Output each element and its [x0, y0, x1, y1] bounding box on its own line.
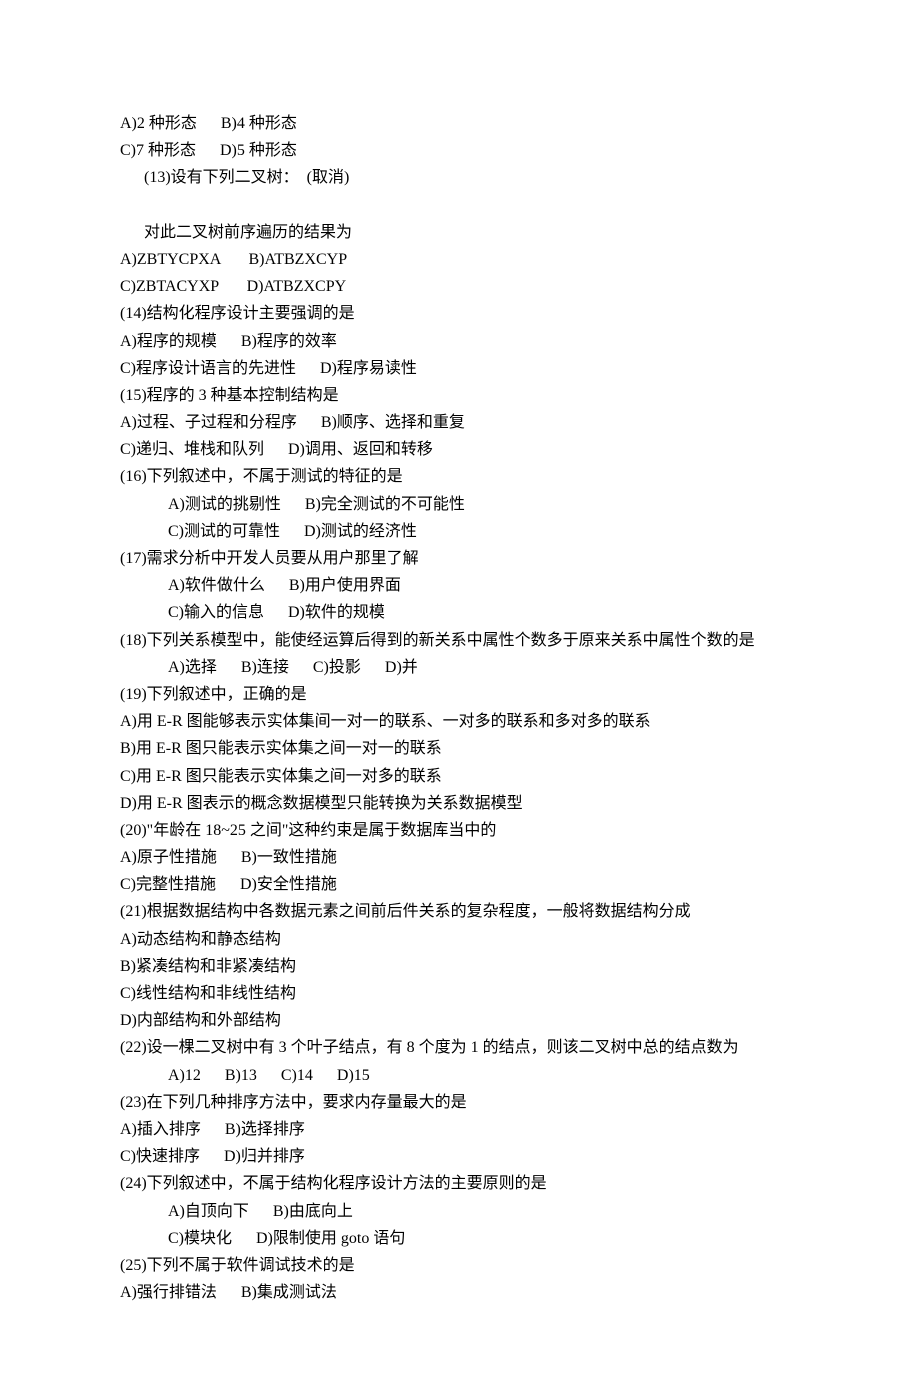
text-line: (25)下列不属于软件调试技术的是 [120, 1252, 800, 1279]
text-line: B)紧凑结构和非紧凑结构 [120, 953, 800, 980]
text-line: A)软件做什么 B)用户使用界面 [120, 572, 800, 599]
text-line: C)测试的可靠性 D)测试的经济性 [120, 518, 800, 545]
text-line: D)内部结构和外部结构 [120, 1007, 800, 1034]
text-line: (14)结构化程序设计主要强调的是 [120, 300, 800, 327]
text-line: (19)下列叙述中，正确的是 [120, 681, 800, 708]
text-line [120, 192, 800, 219]
text-line: C)输入的信息 D)软件的规模 [120, 599, 800, 626]
document-body: A)2 种形态 B)4 种形态C)7 种形态 D)5 种形态(13)设有下列二叉… [120, 110, 800, 1306]
text-line: (21)根据数据结构中各数据元素之间前后件关系的复杂程度，一般将数据结构分成 [120, 898, 800, 925]
text-line: A)ZBTYCPXA B)ATBZXCYP [120, 246, 800, 273]
text-line: (16)下列叙述中，不属于测试的特征的是 [120, 463, 800, 490]
text-line: A)12 B)13 C)14 D)15 [120, 1062, 800, 1089]
text-line: (20)"年龄在 18~25 之间"这种约束是属于数据库当中的 [120, 817, 800, 844]
text-line: A)程序的规模 B)程序的效率 [120, 328, 800, 355]
text-line: (22)设一棵二叉树中有 3 个叶子结点，有 8 个度为 1 的结点，则该二叉树… [120, 1034, 800, 1061]
text-line: C)程序设计语言的先进性 D)程序易读性 [120, 355, 800, 382]
text-line: (15)程序的 3 种基本控制结构是 [120, 382, 800, 409]
text-line: (17)需求分析中开发人员要从用户那里了解 [120, 545, 800, 572]
text-line: C)ZBTACYXP D)ATBZXCPY [120, 273, 800, 300]
text-line: A)自顶向下 B)由底向上 [120, 1198, 800, 1225]
text-line: A)插入排序 B)选择排序 [120, 1116, 800, 1143]
text-line: (24)下列叙述中，不属于结构化程序设计方法的主要原则的是 [120, 1170, 800, 1197]
text-line: C)快速排序 D)归并排序 [120, 1143, 800, 1170]
text-line: (18)下列关系模型中，能使经运算后得到的新关系中属性个数多于原来关系中属性个数… [120, 627, 800, 654]
text-line: C)模块化 D)限制使用 goto 语句 [120, 1225, 800, 1252]
text-line: A)动态结构和静态结构 [120, 926, 800, 953]
text-line: C)7 种形态 D)5 种形态 [120, 137, 800, 164]
text-line: C)递归、堆栈和队列 D)调用、返回和转移 [120, 436, 800, 463]
text-line: C)完整性措施 D)安全性措施 [120, 871, 800, 898]
text-line: 对此二叉树前序遍历的结果为 [120, 219, 800, 246]
text-line: A)过程、子过程和分程序 B)顺序、选择和重复 [120, 409, 800, 436]
text-line: A)强行排错法 B)集成测试法 [120, 1279, 800, 1306]
text-line: A)测试的挑剔性 B)完全测试的不可能性 [120, 491, 800, 518]
text-line: (13)设有下列二叉树： (取消) [120, 164, 800, 191]
text-line: D)用 E-R 图表示的概念数据模型只能转换为关系数据模型 [120, 790, 800, 817]
text-line: A)选择 B)连接 C)投影 D)并 [120, 654, 800, 681]
text-line: A)用 E-R 图能够表示实体集间一对一的联系、一对多的联系和多对多的联系 [120, 708, 800, 735]
text-line: C)用 E-R 图只能表示实体集之间一对多的联系 [120, 763, 800, 790]
text-line: (23)在下列几种排序方法中，要求内存量最大的是 [120, 1089, 800, 1116]
text-line: A)2 种形态 B)4 种形态 [120, 110, 800, 137]
text-line: A)原子性措施 B)一致性措施 [120, 844, 800, 871]
text-line: B)用 E-R 图只能表示实体集之间一对一的联系 [120, 735, 800, 762]
text-line: C)线性结构和非线性结构 [120, 980, 800, 1007]
